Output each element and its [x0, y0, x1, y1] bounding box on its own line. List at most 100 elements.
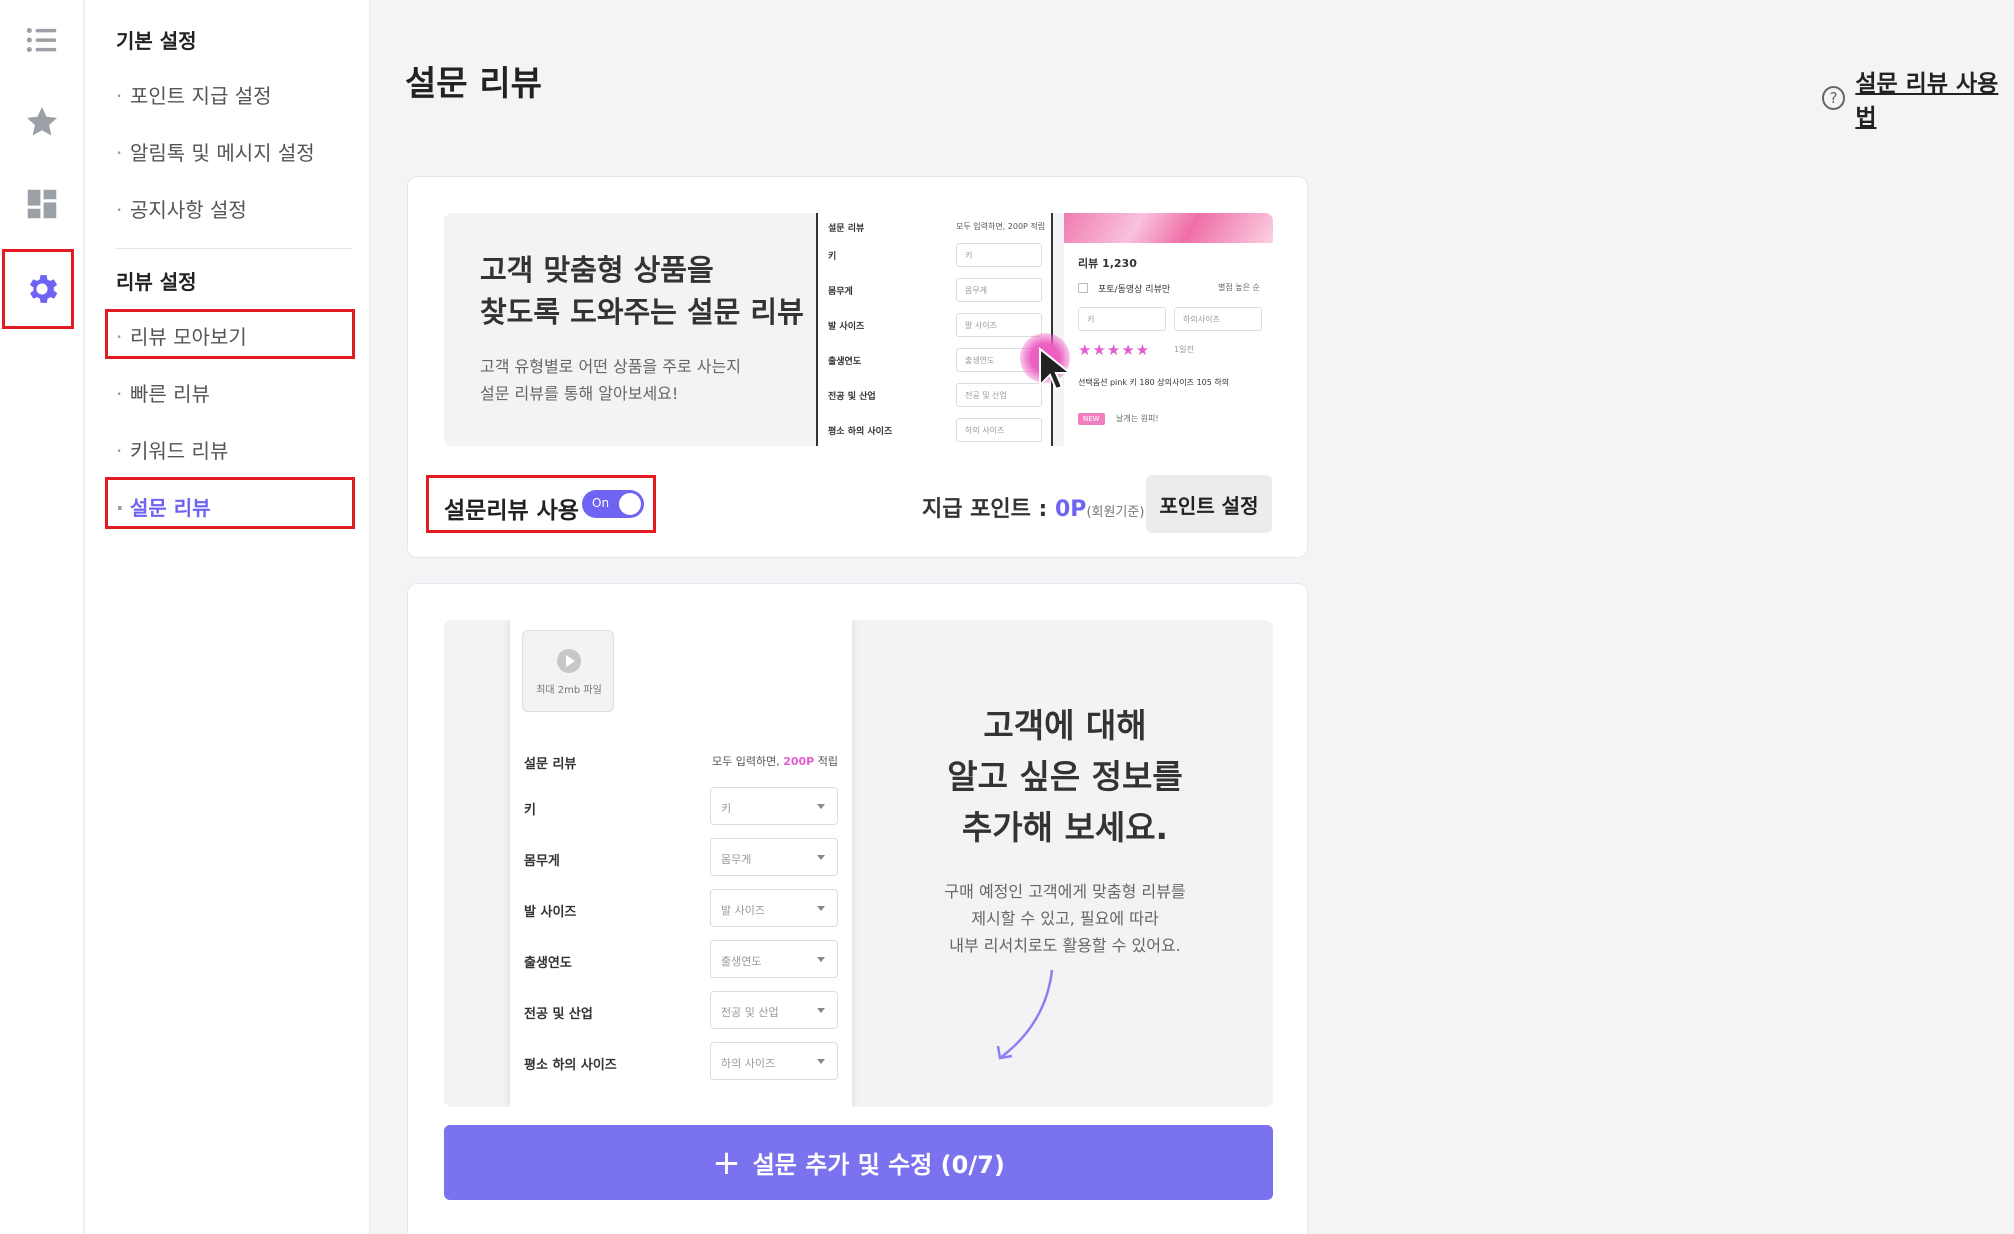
help-link[interactable]: ? 설문 리뷰 사용법: [1822, 64, 2014, 132]
preview-filter-select: 하의사이즈: [1174, 307, 1262, 331]
upload-caption: 최대 2mb 파일: [536, 685, 602, 696]
rating-stars: ★★★★★: [1078, 341, 1151, 359]
form-row-label: 평소 하의 사이즈: [524, 1058, 617, 1073]
sidebar-item-label: 빠른 리뷰: [130, 382, 210, 406]
select-placeholder: 전공 및 산업: [721, 1006, 779, 1019]
form-row-select: 몸무게: [710, 838, 838, 876]
form-row-select: 전공 및 산업: [710, 991, 838, 1029]
points-display: 지급 포인트 : 0P(회원기준): [922, 491, 1144, 523]
product-image: [1064, 213, 1273, 243]
form-row-select: 하의 사이즈: [710, 1042, 838, 1080]
preview-review-text: 날개는 원피!: [1116, 414, 1159, 423]
sidebar-item-label: 키워드 리뷰: [130, 439, 229, 463]
chevron-down-icon: [817, 804, 825, 809]
chevron-down-icon: [817, 906, 825, 911]
preview-row-select: 발 사이즈: [956, 313, 1042, 337]
chevron-down-icon: [817, 957, 825, 962]
preview-row-select: 키: [956, 243, 1042, 267]
rail-item-dashboard[interactable]: [0, 164, 84, 244]
icon-rail: [0, 0, 84, 1234]
sidebar-item-notice-settings[interactable]: · 공지사항 설정: [116, 194, 247, 223]
preview-review-options: 선택옵션 pink 키 180 상의사이즈 105 하의: [1078, 378, 1230, 387]
form-note-points: 200P: [783, 755, 815, 768]
upload-box: 최대 2mb 파일: [522, 630, 614, 712]
preview-review-count: 리뷰 1,230: [1078, 257, 1137, 270]
preview-form-title: 설문 리뷰: [828, 224, 865, 234]
rail-item-favorites[interactable]: [0, 82, 84, 162]
toggle-knob: [619, 493, 641, 515]
add-survey-label: 설문 추가 및 수정 (0/7): [752, 1151, 1005, 1179]
form-title: 설문 리뷰: [524, 757, 577, 772]
sidebar-item-label: 공지사항 설정: [130, 198, 247, 222]
chevron-down-icon: [817, 1008, 825, 1013]
sidebar-divider: [115, 248, 353, 249]
question-icon: ?: [1822, 86, 1846, 110]
plus-icon: +: [712, 1142, 741, 1183]
form-row-label: 출생연도: [524, 956, 572, 971]
preview-row-select: 하의 사이즈: [956, 418, 1042, 442]
form-row-label: 키: [524, 803, 536, 818]
form-row-select: 출생연도: [710, 940, 838, 978]
preview-row-label: 전공 및 산업: [828, 392, 876, 402]
form-note: 모두 입력하면, 200P 적립: [712, 753, 838, 769]
select-placeholder: 하의 사이즈: [721, 1057, 776, 1070]
page-title: 설문 리뷰: [405, 64, 542, 104]
preview-row-label: 출생연도: [828, 357, 862, 367]
survey-review-toggle[interactable]: On: [582, 490, 644, 518]
select-placeholder: 출생연도: [721, 955, 762, 968]
preview-review-list: 리뷰 1,230 포토/동영상 리뷰만 별점 높은 순 키 하의사이즈 ★★★★…: [1064, 213, 1273, 446]
survey-questions-card: 최대 2mb 파일 설문 리뷰 모두 입력하면, 200P 적립 키 키 몸무게…: [407, 583, 1308, 1234]
chevron-down-icon: [817, 1059, 825, 1064]
point-settings-button[interactable]: 포인트 설정: [1146, 475, 1272, 533]
rail-item-settings[interactable]: [0, 249, 84, 329]
preview-form-note: 모두 입력하면, 200P 적립: [956, 222, 1046, 231]
list-icon: [26, 27, 57, 53]
form-note-prefix: 모두 입력하면,: [712, 755, 780, 768]
survey-settings-card: 고객 맞춤형 상품을 찾도록 도와주는 설문 리뷰 고객 유형별로 어떤 상품을…: [407, 176, 1308, 558]
chevron-down-icon: [817, 855, 825, 860]
banner-title: 고객 맞춤형 상품을 찾도록 도와주는 설문 리뷰: [480, 253, 804, 329]
sidebar-item-quick-review[interactable]: · 빠른 리뷰: [116, 378, 210, 407]
checkbox-icon: [1078, 283, 1088, 293]
sidebar-item-label: 포인트 지급 설정: [130, 84, 272, 108]
preview-photo-filter: 포토/동영상 리뷰만: [1098, 285, 1171, 295]
preview-filter-select: 키: [1078, 307, 1166, 331]
preview-row-select: 전공 및 산업: [956, 383, 1042, 407]
select-placeholder: 몸무게: [721, 853, 752, 866]
sidebar-item-point-settings[interactable]: · 포인트 지급 설정: [116, 80, 272, 109]
form-row-select: 키: [710, 787, 838, 825]
form-note-suffix: 적립: [817, 755, 838, 768]
preview-row-label: 발 사이즈: [828, 322, 865, 332]
banner-headline: 고객에 대해 알고 싶은 정보를 추가해 보세요.: [947, 706, 1183, 847]
new-badge: NEW: [1078, 413, 1105, 425]
sidebar-item-alimtalk-settings[interactable]: · 알림톡 및 메시지 설정: [116, 137, 315, 166]
form-row-label: 전공 및 산업: [524, 1007, 593, 1022]
preview-row-select: 몸무게: [956, 278, 1042, 302]
sidebar-item-label: 리뷰 모아보기: [130, 325, 247, 349]
play-icon: [557, 649, 581, 673]
dashboard-icon: [27, 189, 57, 219]
sidebar-item-label: 알림톡 및 메시지 설정: [130, 141, 315, 165]
cursor-icon: [1039, 346, 1073, 391]
select-placeholder: 발 사이즈: [721, 904, 765, 917]
rail-item-list[interactable]: [0, 0, 84, 80]
preview-review-date: 1일전: [1174, 345, 1194, 354]
sidebar-item-keyword-review[interactable]: · 키워드 리뷰: [116, 435, 228, 464]
arrow-icon: [996, 969, 1054, 1060]
points-value: 0P: [1055, 497, 1087, 522]
sidebar-item-survey-review[interactable]: · 설문 리뷰: [116, 492, 211, 521]
sidebar-item-review-collection[interactable]: · 리뷰 모아보기: [116, 321, 247, 350]
preview-row-label: 평소 하의 사이즈: [828, 427, 893, 437]
highlight-box: [2, 249, 74, 329]
add-survey-button[interactable]: + 설문 추가 및 수정 (0/7): [444, 1125, 1273, 1200]
star-icon: [26, 106, 58, 136]
points-note: (회원기준): [1086, 505, 1145, 520]
preview-survey-form: 최대 2mb 파일 설문 리뷰 모두 입력하면, 200P 적립 키 키 몸무게…: [510, 620, 852, 1107]
preview-sort: 별점 높은 순: [1218, 283, 1260, 292]
sidebar-item-label: 설문 리뷰: [130, 496, 211, 520]
preview-row-label: 키: [828, 252, 837, 262]
form-row-select: 발 사이즈: [710, 889, 838, 927]
points-label: 지급 포인트 :: [922, 497, 1048, 522]
form-row-label: 몸무게: [524, 854, 560, 869]
help-link-label: 설문 리뷰 사용법: [1855, 71, 1999, 131]
